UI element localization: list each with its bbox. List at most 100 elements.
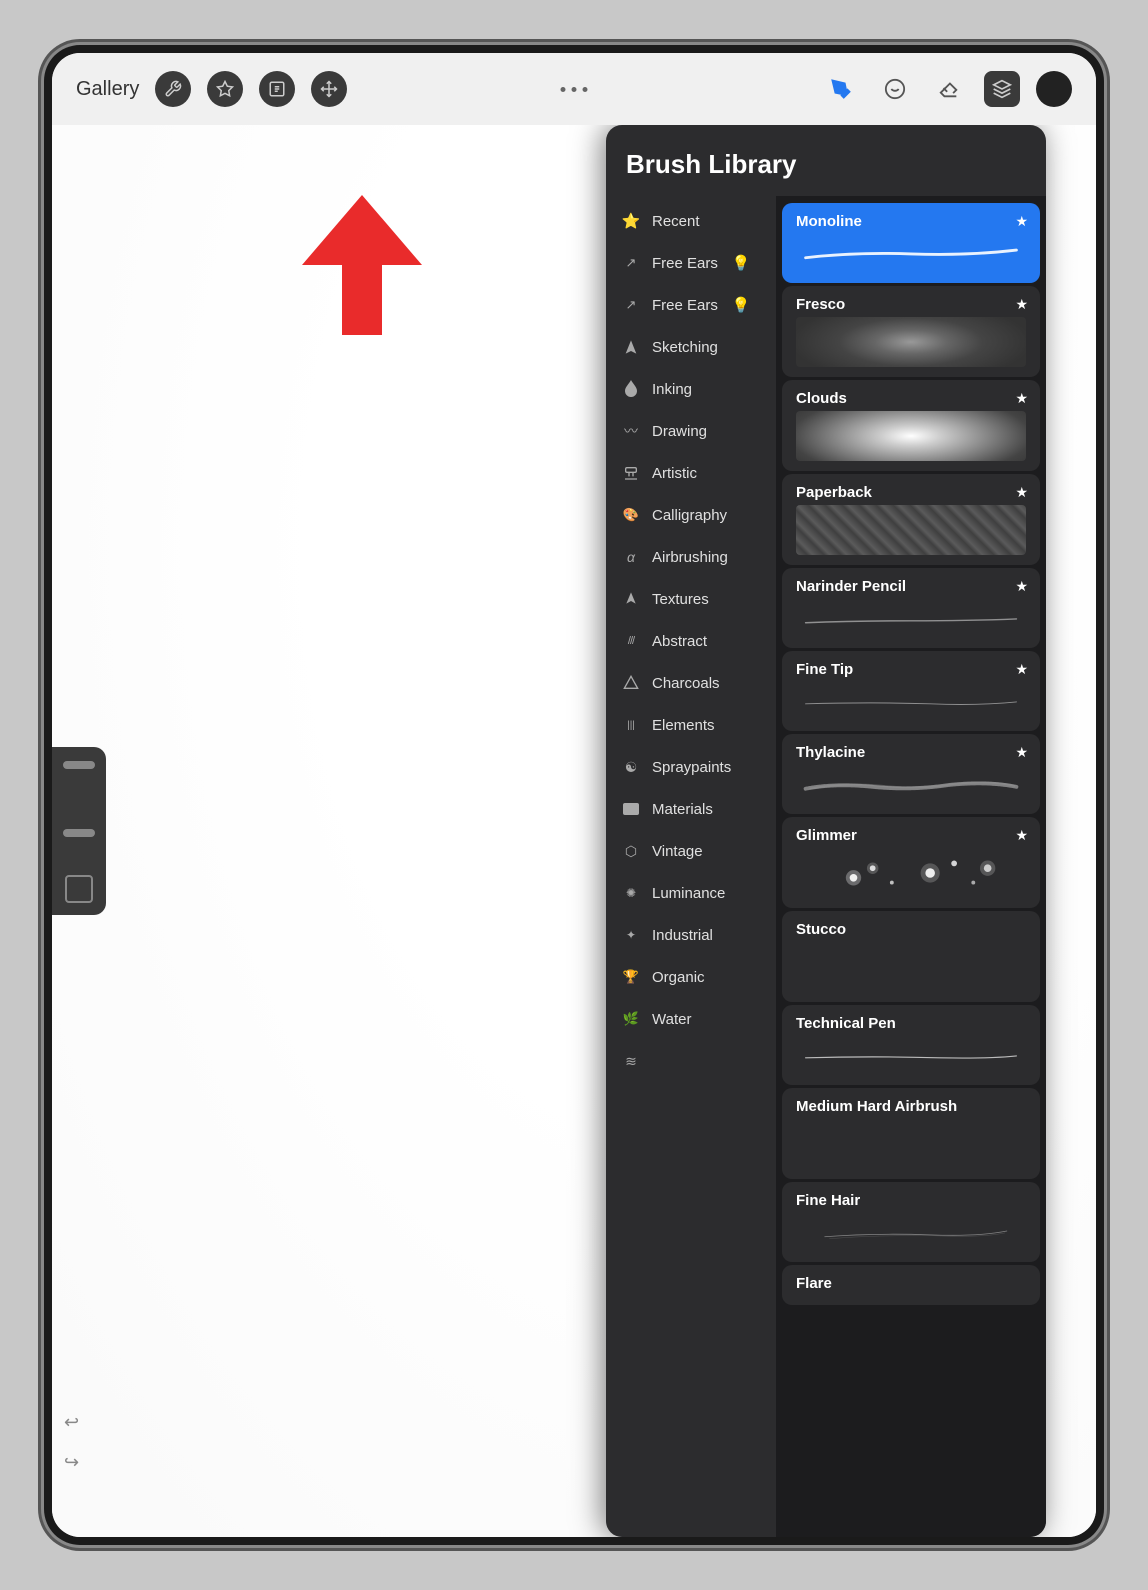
brush-stucco[interactable]: Stucco — [782, 911, 1040, 1002]
top-bar: Gallery — [52, 53, 1096, 125]
brush-finetip-content: Fine Tip ★ — [782, 651, 1040, 731]
brush-clouds[interactable]: Clouds ★ — [782, 380, 1040, 471]
category-abstract[interactable]: Charcoals — [606, 662, 776, 704]
brush-clouds-content: Clouds ★ — [782, 380, 1040, 471]
materials-icon: ⬡ — [620, 840, 642, 862]
gallery-button[interactable]: Gallery — [76, 78, 139, 101]
brush-fresco-name: Fresco — [796, 296, 1026, 313]
brush-glimmer-preview — [796, 848, 1026, 898]
pencil-tool-button[interactable] — [822, 70, 860, 108]
abstract-icon — [620, 672, 642, 694]
eraser-tool-button[interactable] — [930, 70, 968, 108]
industrial-icon: 🏆 — [620, 966, 642, 988]
undo-button[interactable]: ↩ — [64, 1412, 79, 1433]
brush-paper-name: Paperback — [796, 484, 1026, 501]
modifier-button[interactable] — [65, 875, 93, 903]
smudge-tool-button[interactable] — [876, 70, 914, 108]
brush-technical-preview — [796, 1036, 1026, 1072]
brush-narinder-preview — [796, 599, 1026, 635]
brush-flare-content: Flare — [782, 1265, 1040, 1305]
wrench-icon[interactable] — [155, 71, 191, 107]
ipad-frame: Gallery — [44, 45, 1104, 1545]
magic-icon[interactable] — [207, 71, 243, 107]
brush-flare[interactable]: Flare — [782, 1265, 1040, 1305]
brush-paper-star: ★ — [1015, 484, 1028, 501]
brush-monoline-content: Monoline ★ — [782, 203, 1040, 283]
brush-paper[interactable]: Paperback ★ — [782, 474, 1040, 565]
category-artistic[interactable]: 🎨 Calligraphy — [606, 494, 776, 536]
category-textures[interactable]: /// Abstract — [606, 620, 776, 662]
brush-narinder[interactable]: Narinder Pencil ★ — [782, 568, 1040, 648]
brush-monoline-star: ★ — [1015, 213, 1028, 230]
category-recent[interactable]: ⭐ Recent — [606, 200, 776, 242]
brush-clouds-star: ★ — [1015, 390, 1028, 407]
brush-glimmer-name: Glimmer — [796, 827, 1026, 844]
category-list: ⭐ Recent ↗ Free Ears 💡 ↗ Free Ears 💡 — [606, 196, 776, 1537]
water-icon: ≋ — [620, 1050, 642, 1072]
selection-icon[interactable] — [259, 71, 295, 107]
brush-finetip-name: Fine Tip — [796, 661, 1026, 678]
brush-narinder-content: Narinder Pencil ★ — [782, 568, 1040, 648]
free-ears-2-icon: ↗ — [620, 294, 642, 316]
brush-monoline[interactable]: Monoline ★ — [782, 203, 1040, 283]
brush-technical-name: Technical Pen — [796, 1015, 1026, 1032]
category-drawing[interactable]: 〰 Drawing — [606, 410, 776, 452]
brush-finehair-preview — [796, 1213, 1026, 1249]
category-free-ears-1[interactable]: ↗ Free Ears 💡 — [606, 242, 776, 284]
category-airbrushing[interactable]: Textures — [606, 578, 776, 620]
brush-clouds-name: Clouds — [796, 390, 1026, 407]
brush-technical[interactable]: Technical Pen — [782, 1005, 1040, 1085]
opacity-slider[interactable] — [63, 829, 95, 837]
category-painting[interactable]: Artistic — [606, 452, 776, 494]
category-water[interactable]: ≋ — [606, 1040, 776, 1082]
category-free-ears-2[interactable]: ↗ Free Ears 💡 — [606, 284, 776, 326]
panel-body: ⭐ Recent ↗ Free Ears 💡 ↗ Free Ears 💡 — [606, 196, 1046, 1537]
category-vintage[interactable]: ✺ Luminance — [606, 872, 776, 914]
layers-button[interactable] — [984, 71, 1020, 107]
brush-flare-name: Flare — [796, 1275, 1026, 1292]
red-arrow-annotation — [282, 185, 462, 350]
brush-glimmer[interactable]: Glimmer ★ — [782, 817, 1040, 908]
brush-fresco-content: Fresco ★ — [782, 286, 1040, 377]
brush-glimmer-star: ★ — [1015, 827, 1028, 844]
drawing-icon: 〰 — [620, 420, 642, 442]
brush-narinder-name: Narinder Pencil — [796, 578, 1026, 595]
brush-thylacine[interactable]: Thylacine ★ — [782, 734, 1040, 814]
transform-icon[interactable] — [311, 71, 347, 107]
brush-narinder-star: ★ — [1015, 578, 1028, 595]
brush-library-panel: Brush Library ⭐ Recent ↗ Free Ears 💡 — [606, 125, 1046, 1537]
brush-clouds-preview — [796, 411, 1026, 461]
brush-fresco[interactable]: Fresco ★ — [782, 286, 1040, 377]
category-materials[interactable]: ⬡ Vintage — [606, 830, 776, 872]
brush-finehair[interactable]: Fine Hair — [782, 1182, 1040, 1262]
calligraphy-icon: α — [620, 546, 642, 568]
vintage-icon: ✺ — [620, 882, 642, 904]
category-industrial[interactable]: 🏆 Organic — [606, 956, 776, 998]
category-elements[interactable]: ☯ Spraypaints — [606, 746, 776, 788]
category-spraypaints[interactable]: Materials — [606, 788, 776, 830]
brush-airbrush-preview — [796, 1119, 1026, 1169]
category-organic[interactable]: 🌿 Water — [606, 998, 776, 1040]
category-sketching[interactable]: Sketching — [606, 326, 776, 368]
brush-fresco-preview — [796, 317, 1026, 367]
star-icon: ⭐ — [620, 210, 642, 232]
brush-thylacine-star: ★ — [1015, 744, 1028, 761]
category-luminance[interactable]: ✦ Industrial — [606, 914, 776, 956]
brush-fresco-star: ★ — [1015, 296, 1028, 313]
organic-icon: 🌿 — [620, 1008, 642, 1030]
brush-airbrush[interactable]: Medium Hard Airbrush — [782, 1088, 1040, 1179]
brush-finetip[interactable]: Fine Tip ★ — [782, 651, 1040, 731]
color-picker-button[interactable] — [1036, 71, 1072, 107]
category-calligraphy[interactable]: α Airbrushing — [606, 536, 776, 578]
ipad-screen: Gallery — [52, 53, 1096, 1537]
brush-thylacine-preview — [796, 765, 1026, 801]
inking-icon — [620, 378, 642, 400]
category-charcoals[interactable]: ||| Elements — [606, 704, 776, 746]
brush-stucco-name: Stucco — [796, 921, 1026, 938]
brush-monoline-preview — [796, 234, 1026, 270]
redo-button[interactable]: ↪ — [64, 1452, 79, 1473]
size-slider[interactable] — [63, 761, 95, 769]
category-inking[interactable]: Inking — [606, 368, 776, 410]
brush-finetip-preview — [796, 682, 1026, 718]
canvas-area[interactable]: ↩ ↪ Brush Library ⭐ Recent ↗ Free Ea — [52, 125, 1096, 1537]
